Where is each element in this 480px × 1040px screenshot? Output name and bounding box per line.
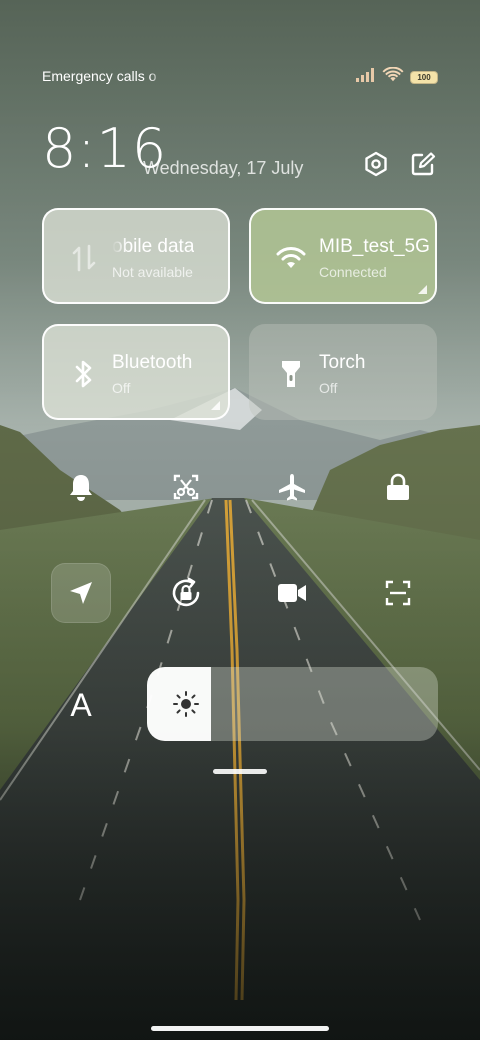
- edit-icon[interactable]: [409, 150, 437, 178]
- brightness-slider[interactable]: [147, 667, 438, 741]
- panel-drag-handle[interactable]: [213, 769, 267, 774]
- wifi-icon: [275, 242, 307, 274]
- scan-icon[interactable]: [368, 563, 428, 623]
- font-size-button[interactable]: A: [56, 680, 106, 730]
- tile-mobile-data-subtitle: Not available: [112, 264, 193, 280]
- tile-torch-subtitle: Off: [319, 380, 338, 396]
- screenshot-scissors-icon[interactable]: [156, 457, 216, 517]
- expand-corner-icon: [418, 285, 427, 294]
- date-label: Wednesday, 17 July: [143, 158, 304, 178]
- status-bar: Emergency calls o 100: [0, 60, 480, 94]
- bell-icon[interactable]: [51, 457, 111, 517]
- emergency-calls-text: Emergency calls o: [42, 68, 157, 84]
- tile-torch-title: Torch: [319, 352, 366, 373]
- mobile-data-arrows-icon: [68, 242, 100, 274]
- tile-wifi[interactable]: MIB_test_5G Connected: [249, 208, 437, 304]
- airplane-icon[interactable]: [262, 457, 322, 517]
- tile-wifi-title: MIB_test_5G: [319, 236, 429, 257]
- tile-bluetooth-title: Bluetooth: [112, 352, 193, 373]
- expand-corner-icon: [211, 401, 220, 410]
- tile-bluetooth-subtitle: Off: [112, 380, 131, 396]
- lock-icon[interactable]: [368, 457, 428, 517]
- home-indicator[interactable]: [151, 1026, 329, 1031]
- signal-bars-icon: [356, 68, 376, 87]
- tile-mobile-data-title: obile data: [112, 236, 195, 257]
- bluetooth-icon: [68, 358, 100, 390]
- tile-bluetooth[interactable]: Bluetooth Off: [42, 324, 230, 420]
- location-arrow-icon[interactable]: [51, 563, 111, 623]
- settings-hexagon-icon[interactable]: [362, 150, 390, 178]
- tile-mobile-data[interactable]: obile data Not available: [42, 208, 230, 304]
- flashlight-icon: [275, 358, 307, 390]
- sun-icon: [171, 689, 201, 719]
- tile-torch[interactable]: Torch Off: [249, 324, 437, 420]
- tile-wifi-subtitle: Connected: [319, 264, 387, 280]
- video-camera-icon[interactable]: [262, 563, 322, 623]
- rotation-lock-icon[interactable]: [156, 563, 216, 623]
- wifi-icon: [382, 66, 404, 88]
- battery-icon: 100: [410, 71, 438, 84]
